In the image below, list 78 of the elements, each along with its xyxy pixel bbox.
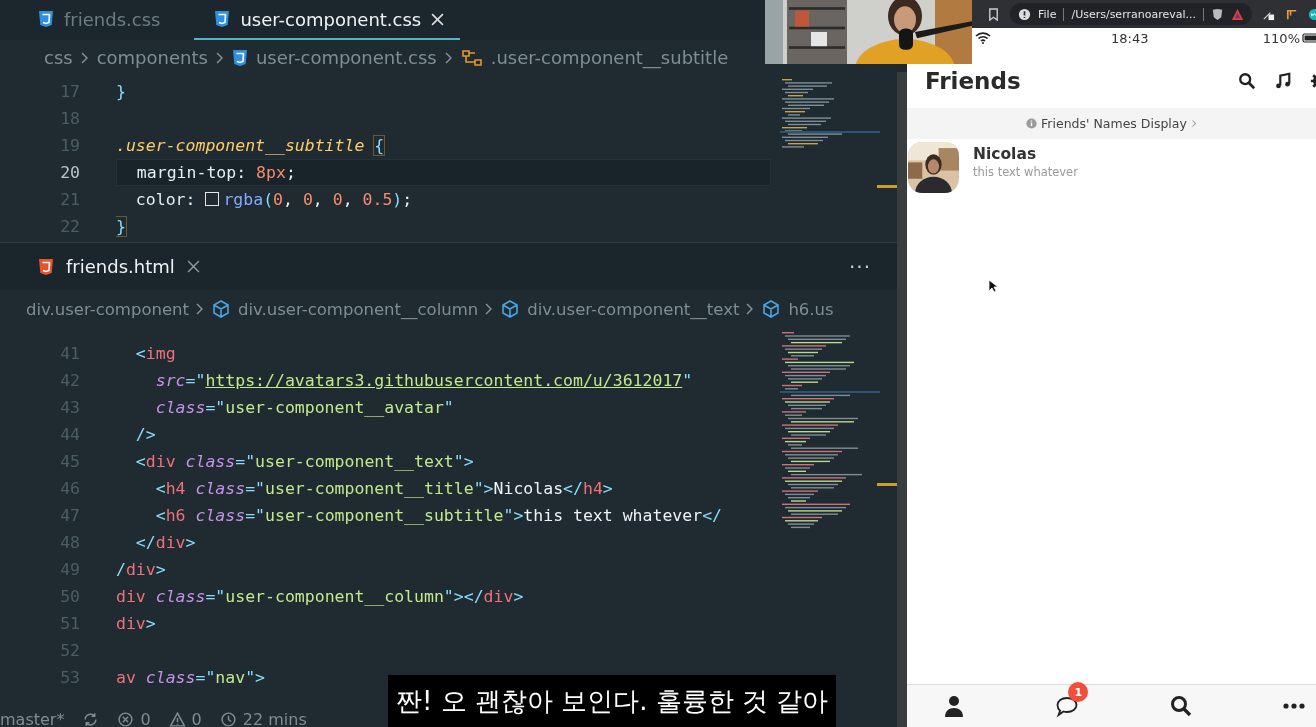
symbol-icon (460, 48, 483, 67)
shield-icon (214, 10, 231, 28)
breadcrumb-item[interactable]: .user-component__subtitle (490, 47, 729, 68)
chevron-icon (485, 303, 494, 315)
code-line: .user-component__subtitle { (116, 135, 386, 157)
breadcrumb-item[interactable]: div.user-component__column (238, 299, 479, 319)
code-line: av class="nav"> (116, 667, 267, 689)
breadcrumb-item[interactable]: div.user-component__text (527, 299, 740, 319)
code-line: class="user-component__avatar" (154, 397, 455, 419)
shield-icon (231, 48, 248, 67)
chevron-icon (1190, 119, 1197, 128)
cube-icon (500, 299, 521, 319)
editor-tab[interactable]: user-component.css (194, 0, 461, 40)
chevron-icon (746, 303, 755, 315)
info-banner[interactable]: Friends' Names Display (907, 108, 1316, 139)
code-line: </div> (134, 532, 197, 554)
code-line: div> (116, 613, 157, 635)
code-line: <h4 class="user-component__title">Nicolas</h4> (154, 478, 614, 500)
search-icon[interactable] (1238, 72, 1256, 90)
notification-badge: 1 (1068, 682, 1089, 702)
chevron-icon (196, 303, 205, 315)
bracket-icon[interactable] (1285, 7, 1298, 21)
warning-count: 0 (191, 709, 202, 727)
more-actions-button[interactable]: ··· (848, 254, 871, 279)
triangle-icon[interactable] (1231, 7, 1244, 21)
chevron-icon (80, 51, 89, 64)
bookmark-icon[interactable] (987, 7, 1000, 21)
error-icon (117, 710, 135, 727)
cube-icon (761, 299, 782, 319)
cursor-icon (988, 279, 998, 293)
code-line: <h6 class="user-component__subtitle">this text whatever</ (154, 505, 723, 527)
chat-icon[interactable] (1055, 694, 1080, 718)
info-icon (1018, 7, 1031, 21)
time-label: 22 mins (242, 709, 307, 727)
branch-label[interactable]: master* (0, 709, 65, 727)
url-text: /Users/serranoareval... (1071, 7, 1196, 21)
chevron-icon (215, 51, 224, 64)
battery-icon (1302, 33, 1316, 43)
music-note-icon[interactable] (1274, 72, 1292, 90)
code-line: div class="user-component__column"></div> (116, 586, 525, 608)
code-line: } (116, 81, 127, 103)
code-line: <img (134, 343, 177, 365)
cube-icon (211, 299, 232, 319)
code-line: src="https://avatars3.githubusercontent.com/u/3612017" (154, 370, 694, 392)
chevron-icon (444, 51, 453, 64)
scheme-label: File (1038, 7, 1057, 21)
friend-subtitle: this text whatever (973, 165, 1078, 179)
breadcrumb-item[interactable]: div.user-component (26, 299, 190, 319)
wifi-icon (975, 32, 991, 44)
breadcrumb-item[interactable]: components (96, 47, 208, 68)
breadcrumb-item[interactable]: h6.us (788, 299, 834, 319)
shield-icon (38, 10, 54, 28)
shield-icon (38, 257, 54, 276)
status-time: 18:43 (1111, 30, 1149, 46)
shield-icon[interactable] (1211, 7, 1224, 21)
line-number: 20 (59, 163, 80, 182)
page-title: Friends (925, 68, 1021, 94)
close-icon[interactable] (186, 260, 200, 273)
battery-percent: 110% (1262, 30, 1300, 46)
warning-icon (168, 710, 186, 727)
code-line: } (116, 216, 127, 238)
editor-tab[interactable]: friends.css (22, 0, 177, 40)
person-icon[interactable] (942, 694, 966, 718)
banner-text: Friends' Names Display (1041, 116, 1187, 131)
clock-icon (219, 710, 237, 727)
error-count: 0 (140, 709, 151, 727)
search-icon[interactable] (1168, 694, 1193, 718)
friend-name: Nicolas (973, 145, 1038, 163)
breadcrumb-item[interactable]: user-component.css (255, 47, 437, 68)
info-icon (1026, 118, 1038, 129)
code-line: /> (134, 424, 157, 446)
editor-tab-label[interactable]: friends.html (66, 256, 175, 277)
subtitle-caption: 짠! 오 괜찮아 보인다. 훌륭한 것 같아 (388, 675, 837, 727)
breadcrumb-item[interactable]: css (44, 47, 73, 68)
code-line: /div> (116, 559, 167, 581)
code-line: color: rgba(0, 0, 0, 0.5); (134, 189, 414, 211)
address-bar[interactable]: File /Users/serranoareval... (1010, 3, 1252, 25)
code-line: <div class="user-component__text"> (134, 451, 475, 473)
